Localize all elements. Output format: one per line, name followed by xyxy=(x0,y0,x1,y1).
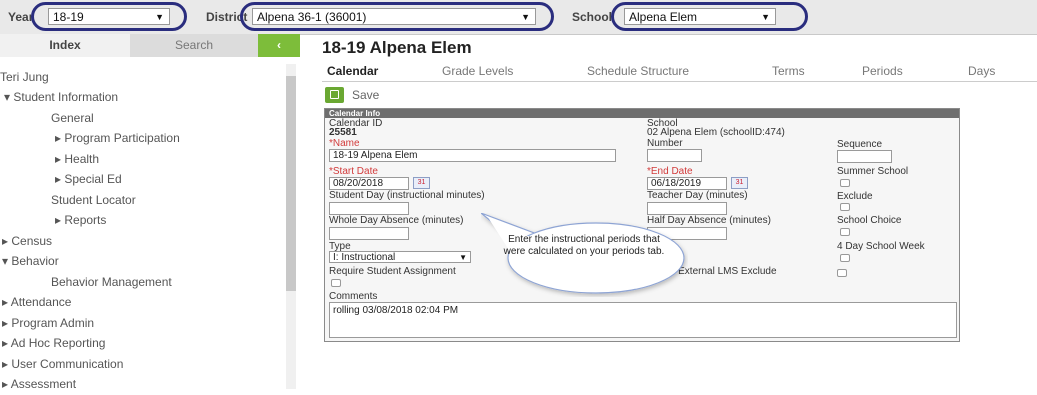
save-icon xyxy=(325,87,344,103)
school-choice-checkbox[interactable] xyxy=(840,228,850,236)
tree-item-attendance[interactable]: ▸ Attendance xyxy=(2,295,71,309)
tab-schedule-structure[interactable]: Schedule Structure xyxy=(587,64,689,78)
chevron-down-icon: ▼ xyxy=(761,12,770,22)
school-label: School xyxy=(572,10,613,24)
tree-item-census[interactable]: ▸ Census xyxy=(2,234,52,248)
student-day-label: Student Day (instructional minutes) xyxy=(329,190,485,201)
tree-item-ad-hoc-reporting[interactable]: ▸ Ad Hoc Reporting xyxy=(2,336,105,350)
name-label: *Name xyxy=(329,138,360,149)
teacher-day-label: Teacher Day (minutes) xyxy=(647,190,748,201)
summer-school-checkbox[interactable] xyxy=(840,179,850,187)
calendar-picker-icon[interactable]: 31 xyxy=(413,177,430,189)
tree-item-program-admin[interactable]: ▸ Program Admin xyxy=(2,316,94,330)
left-navigation-panel: Index Search ‹ Teri Jung ▾ Student Infor… xyxy=(0,34,300,395)
tab-grade-levels[interactable]: Grade Levels xyxy=(442,64,513,78)
main-tab-bar: Calendar Grade Levels Schedule Structure… xyxy=(322,61,1037,82)
chevron-down-icon: ▼ xyxy=(521,12,530,22)
left-scrollbar-thumb[interactable] xyxy=(286,76,296,291)
whole-day-input[interactable] xyxy=(329,227,409,240)
district-label: District xyxy=(206,10,248,24)
four-day-week-label: 4 Day School Week xyxy=(837,241,925,252)
save-label: Save xyxy=(352,88,380,102)
tree-item-program-participation[interactable]: ▸ Program Participation xyxy=(55,131,180,145)
tree-item-student-information[interactable]: ▾ Student Information xyxy=(4,90,118,104)
calendar-id-value: 25581 xyxy=(329,127,357,138)
tree-item-special-ed[interactable]: ▸ Special Ed xyxy=(55,172,122,186)
school-value: Alpena Elem xyxy=(629,10,698,24)
year-select[interactable]: 18-19 ▼ xyxy=(48,8,170,25)
sequence-label: Sequence xyxy=(837,139,883,150)
chevron-down-icon: ▼ xyxy=(155,12,164,22)
summer-school-label: Summer School xyxy=(837,166,909,177)
tab-calendar[interactable]: Calendar xyxy=(327,64,378,78)
school-choice-label: School Choice xyxy=(837,215,902,226)
calendar-picker-icon[interactable]: 31 xyxy=(731,177,748,189)
tree-item-general[interactable]: General xyxy=(51,111,94,125)
school-select[interactable]: Alpena Elem ▼ xyxy=(624,8,776,25)
tree-item-reports[interactable]: ▸ Reports xyxy=(55,213,106,227)
require-student-assignment-label: Require Student Assignment xyxy=(329,266,456,277)
tree-item-behavior-management[interactable]: Behavior Management xyxy=(51,275,172,289)
callout-text: Enter the instructional periods that wer… xyxy=(503,234,665,257)
number-input[interactable] xyxy=(647,149,702,162)
whole-day-label: Whole Day Absence (minutes) xyxy=(329,215,464,226)
tree-item-user-communication[interactable]: ▸ User Communication xyxy=(2,357,123,371)
year-value: 18-19 xyxy=(53,10,84,24)
chevron-down-icon: ▼ xyxy=(459,253,467,262)
exclude-checkbox[interactable] xyxy=(840,203,850,211)
top-context-bar: Year 18-19 ▼ District Alpena 36-1 (36001… xyxy=(0,0,1037,35)
tab-terms[interactable]: Terms xyxy=(772,64,805,78)
district-select[interactable]: Alpena 36-1 (36001) ▼ xyxy=(252,8,536,25)
tab-search[interactable]: Search xyxy=(130,34,258,57)
comments-textarea[interactable]: rolling 03/08/2018 02:04 PM xyxy=(329,302,957,338)
student-day-input[interactable] xyxy=(329,202,409,215)
tree-item-student-locator[interactable]: Student Locator xyxy=(51,193,136,207)
tab-index[interactable]: Index xyxy=(0,34,130,57)
lms-exclude-checkbox[interactable] xyxy=(837,269,847,277)
page-title: 18-19 Alpena Elem xyxy=(322,38,472,57)
panel-header: Calendar Info xyxy=(325,109,959,118)
collapse-panel-button[interactable]: ‹ xyxy=(258,34,300,57)
type-select[interactable]: I: Instructional ▼ xyxy=(329,251,471,263)
comments-label: Comments xyxy=(329,291,378,302)
exclude-label: Exclude xyxy=(837,191,873,202)
user-name: Teri Jung xyxy=(0,70,49,84)
end-date-input[interactable]: 06/18/2019 xyxy=(647,177,727,190)
tree-item-assessment[interactable]: ▸ Assessment xyxy=(2,377,76,391)
tab-periods[interactable]: Periods xyxy=(862,64,903,78)
start-date-input[interactable]: 08/20/2018 xyxy=(329,177,409,190)
end-date-label: *End Date xyxy=(647,166,693,177)
four-day-week-checkbox[interactable] xyxy=(840,254,850,262)
name-input[interactable]: 18-19 Alpena Elem xyxy=(329,149,616,162)
start-date-label: *Start Date xyxy=(329,166,378,177)
year-label: Year xyxy=(8,10,34,24)
school-field-value: 02 Alpena Elem (schoolID:474) xyxy=(647,127,785,138)
tree-item-behavior[interactable]: ▾ Behavior xyxy=(2,254,59,268)
left-tab-bar: Index Search ‹ xyxy=(0,34,300,57)
tab-days[interactable]: Days xyxy=(968,64,995,78)
type-value: I: Instructional xyxy=(333,252,396,263)
district-value: Alpena 36-1 (36001) xyxy=(257,10,367,24)
require-student-assignment-checkbox[interactable] xyxy=(331,279,341,287)
tree-item-health[interactable]: ▸ Health xyxy=(55,152,99,166)
number-label: Number xyxy=(647,138,683,149)
sequence-input[interactable] xyxy=(837,150,892,163)
